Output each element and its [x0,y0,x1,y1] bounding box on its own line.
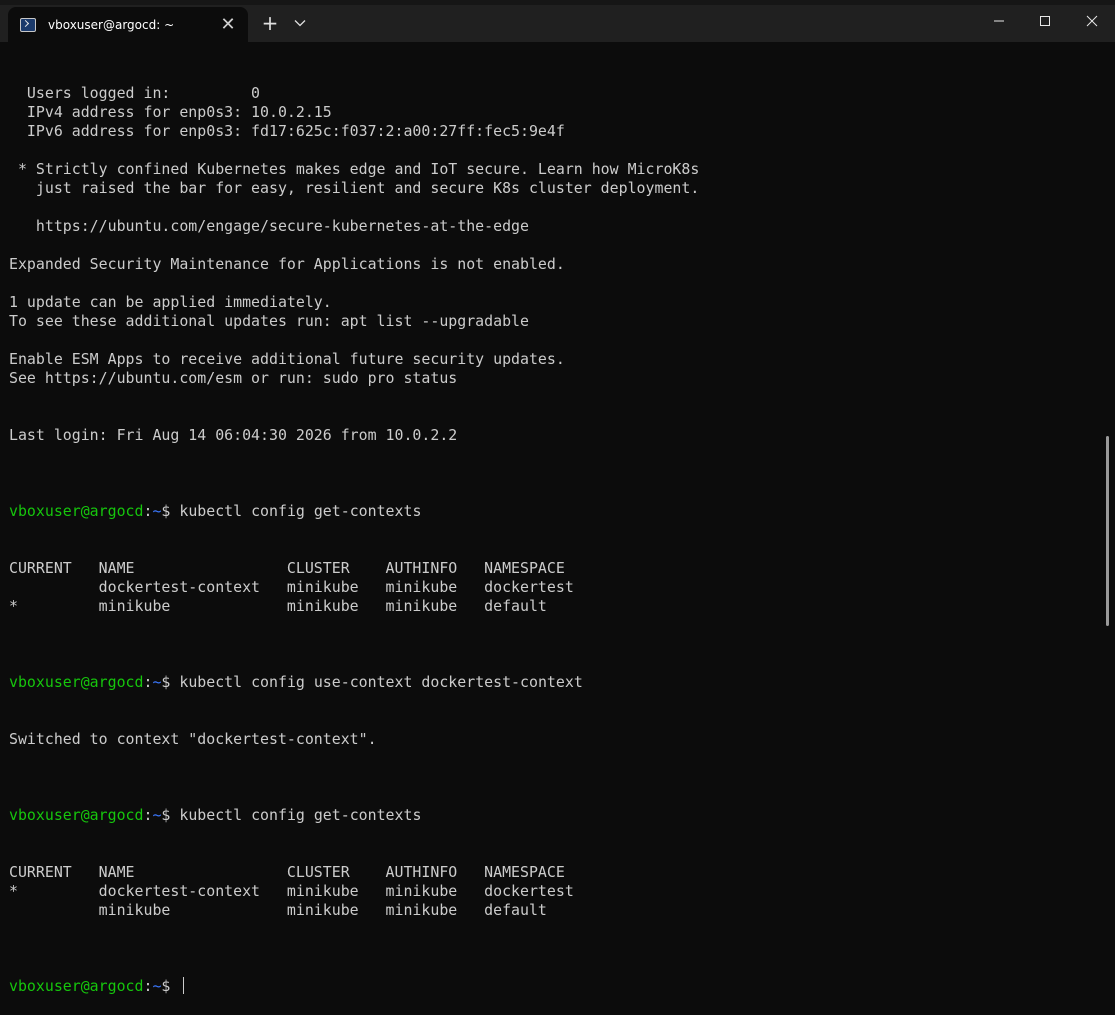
prompt-user: vboxuser@argocd [9,673,144,691]
output-line: To see these additional updates run: apt… [9,312,529,330]
prompt-line-2: vboxuser@argocd:~$ kubectl config use-co… [9,673,1099,692]
close-icon [1086,15,1098,27]
output-line: Expanded Security Maintenance for Applic… [9,255,565,273]
output-line: Enable ESM Apps to receive additional fu… [9,350,565,368]
output-line: https://ubuntu.com/engage/secure-kuberne… [9,217,529,235]
output-line: CURRENT NAME CLUSTER AUTHINFO NAMESPACE [9,863,565,881]
output-line: IPv4 address for enp0s3: 10.0.2.15 [9,103,332,121]
command-output-3: CURRENT NAME CLUSTER AUTHINFO NAMESPACE *… [9,863,1099,920]
close-window-button[interactable] [1069,0,1115,42]
prompt-line-3: vboxuser@argocd:~$ kubectl config get-co… [9,806,1099,825]
maximize-icon [1040,16,1050,26]
prompt-symbol: $ [161,806,180,824]
prompt-separator: : [143,806,153,824]
prompt-user: vboxuser@argocd [9,806,144,824]
prompt-path: ~ [152,806,162,824]
output-line: * Strictly confined Kubernetes makes edg… [9,160,700,178]
output-line: Users logged in: 0 [9,84,261,102]
prompt-user: vboxuser@argocd [9,502,144,520]
prompt-line-1: vboxuser@argocd:~$ kubectl config get-co… [9,502,1099,521]
terminal-icon [20,17,36,32]
output-line: IPv6 address for enp0s3: fd17:625c:f037:… [9,122,565,140]
output-line: minikube minikube minikube default [9,901,547,919]
command-output-1: CURRENT NAME CLUSTER AUTHINFO NAMESPACE … [9,559,1099,616]
tab-title: vboxuser@argocd: ~ [48,17,175,32]
output-line: * minikube minikube minikube default [9,597,547,615]
output-line: * dockertest-context minikube minikube d… [9,882,574,900]
prompt-symbol: $ [161,977,180,995]
scrollbar-thumb[interactable] [1106,436,1109,626]
prompt-symbol: $ [161,502,180,520]
command-text: kubectl config get-contexts [179,806,422,824]
output-line: 1 update can be applied immediately. [9,293,332,311]
title-bar-top-edge [0,0,1115,5]
prompt-path: ~ [152,673,162,691]
prompt-symbol: $ [161,673,180,691]
output-line: dockertest-context minikube minikube doc… [9,578,574,596]
minimize-button[interactable] [976,0,1022,42]
motd-block: Users logged in: 0 IPv4 address for enp0… [9,84,1099,445]
output-line: just raised the bar for easy, resilient … [9,179,700,197]
terminal-output[interactable]: Users logged in: 0 IPv4 address for enp0… [9,46,1099,995]
chevron-down-icon [294,20,306,27]
prompt-separator: : [143,673,153,691]
new-tab-button[interactable]: + [258,11,282,35]
command-output-2: Switched to context "dockertest-context"… [9,730,1099,749]
output-line: Switched to context "dockertest-context"… [9,730,377,748]
text-cursor [183,977,185,994]
prompt-user: vboxuser@argocd [9,977,144,995]
output-line: Last login: Fri Aug 14 06:04:30 2026 fro… [9,426,458,444]
title-bar[interactable]: vboxuser@argocd: ~ ✕ + [0,0,1115,42]
tab-terminal[interactable]: vboxuser@argocd: ~ ✕ [8,7,248,42]
prompt-separator: : [143,977,153,995]
active-prompt-line[interactable]: vboxuser@argocd:~$ [9,977,1099,996]
command-text: kubectl config use-context dockertest-co… [179,673,583,691]
tab-close-button[interactable]: ✕ [216,13,240,37]
command-text: kubectl config get-contexts [179,502,422,520]
minimize-icon [994,20,1004,22]
prompt-path: ~ [152,977,162,995]
tab-dropdown-button[interactable] [288,11,312,35]
maximize-button[interactable] [1022,0,1068,42]
output-line: See https://ubuntu.com/esm or run: sudo … [9,369,458,387]
output-line: CURRENT NAME CLUSTER AUTHINFO NAMESPACE [9,559,565,577]
